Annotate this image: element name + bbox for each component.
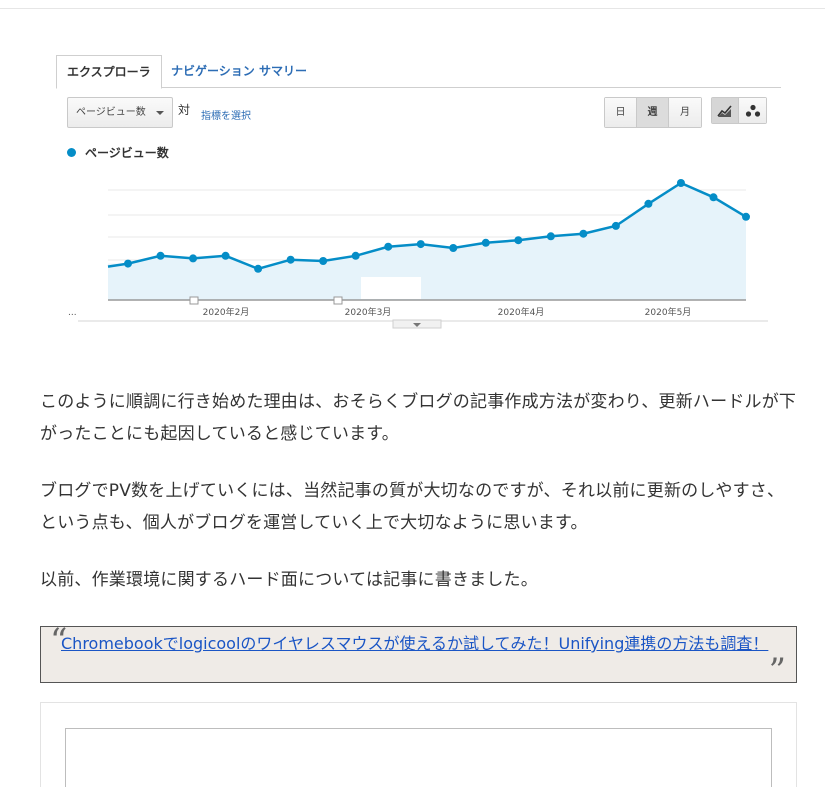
blockquote: “ Chromebookでlogicoolのワイヤレスマウスが使えるか試してみた… [40,621,797,691]
article-paragraph-1: このように順調に行き始めた理由は、おそらくブログの記事作成方法が変わり、更新ハー… [40,392,797,444]
x-tick-label: 2020年2月 [203,306,250,318]
x-tick-label: 2020年4月 [498,306,545,318]
embed-card-inner [65,728,772,787]
data-point [254,264,263,273]
data-point [449,244,458,252]
ellipsis-label: ... [68,308,77,318]
analytics-screenshot: エクスプローラ ナビゲーション サマリー ページビュー数 対 指標を選択 日 週… [56,55,781,330]
data-point [546,232,555,241]
data-point [416,240,425,249]
data-point [514,236,523,245]
embed-card [40,702,797,787]
header-divider [0,8,825,9]
data-point [189,254,198,263]
data-point [124,259,132,268]
data-point [676,179,685,187]
data-point [351,251,360,260]
pageviews-chart: 2020年2月 2020年3月 2020年4月 2020年5月... [68,179,768,329]
data-point [319,257,328,265]
data-point [384,242,393,251]
data-point [286,255,295,264]
redaction-box [361,277,421,299]
x-tick-label: 2020年3月 [345,306,392,318]
data-point [742,212,750,221]
data-point [221,251,230,260]
data-point [611,221,620,230]
annotation-marker [189,296,199,305]
x-tick-label: 2020年5月 [645,306,692,318]
data-point [709,193,718,202]
annotation-marker [333,296,343,305]
related-article-link[interactable]: Chromebookでlogicoolのワイヤレスマウスが使えるか試してみた！U… [61,635,771,653]
article-paragraph-3: 以前、作業環境に関するハード面については記事に書きました。 [40,570,538,590]
data-point [481,238,490,247]
data-point [579,229,588,238]
close-quote-icon: ” [768,651,786,691]
data-point [644,199,653,208]
article-paragraph-2: ブログでPV数を上げていくには、当然記事の質が大切なのですが、それ以前に更新のし… [40,481,785,533]
data-point [156,251,165,260]
